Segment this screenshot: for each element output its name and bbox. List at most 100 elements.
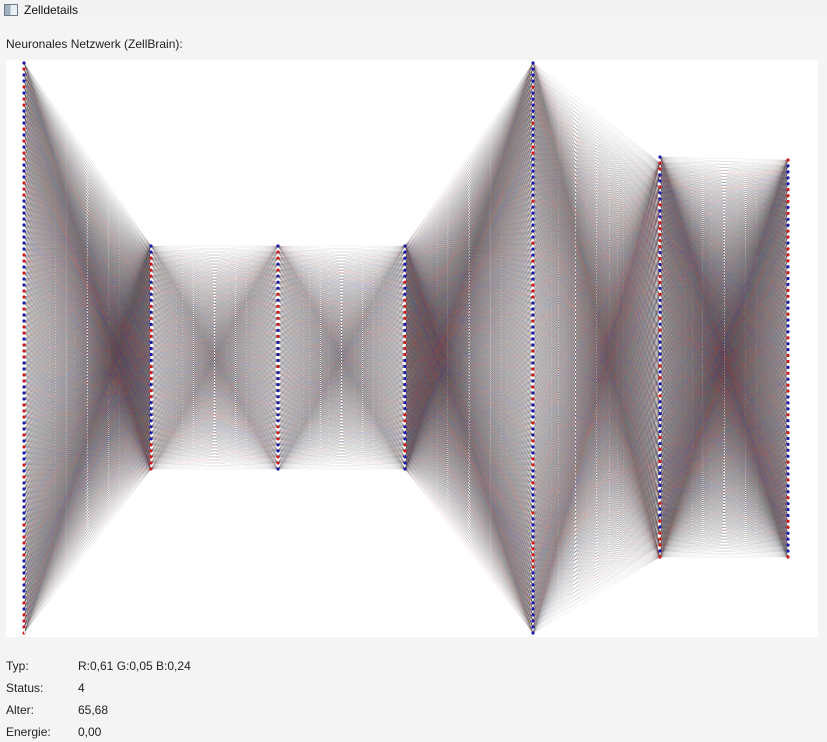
neuron — [276, 280, 280, 284]
neuron — [786, 502, 790, 506]
neuron — [276, 364, 280, 369]
neuron — [22, 115, 26, 119]
neuron — [531, 289, 535, 293]
neuron — [22, 109, 26, 113]
neuron — [531, 115, 535, 119]
neuron — [786, 508, 790, 512]
neuron — [658, 537, 662, 541]
neuron — [658, 424, 662, 428]
neuron — [531, 361, 535, 365]
neuron — [658, 364, 662, 368]
neuron — [531, 445, 535, 449]
neuron — [22, 475, 26, 479]
neuron — [786, 371, 790, 375]
neuron — [403, 407, 407, 411]
neuron — [22, 127, 26, 131]
neuron — [403, 425, 407, 429]
neuron — [403, 443, 407, 447]
neuron — [22, 313, 26, 317]
neuron — [531, 409, 535, 413]
neuron — [403, 401, 407, 405]
neuron — [786, 401, 790, 405]
neuron — [276, 455, 280, 459]
neuron — [22, 511, 26, 515]
neuron — [22, 349, 26, 353]
neuron — [658, 245, 662, 249]
neuron — [22, 259, 26, 263]
neuron — [403, 346, 407, 351]
neuron — [22, 343, 26, 347]
neuron — [531, 349, 535, 353]
neuron — [403, 431, 407, 435]
neuron — [658, 447, 662, 452]
neuron — [22, 253, 26, 257]
neuron — [149, 304, 153, 308]
neuron — [786, 472, 790, 476]
neuron — [786, 383, 790, 387]
neuron — [531, 595, 535, 599]
neuron — [149, 364, 153, 369]
neuron — [149, 377, 153, 381]
neuron — [276, 431, 280, 435]
neuron — [403, 310, 407, 314]
neuron — [22, 457, 26, 461]
neuron — [658, 459, 662, 464]
neuron — [786, 247, 790, 251]
neuron — [658, 549, 662, 553]
neuron — [531, 343, 535, 347]
neuron — [403, 455, 407, 459]
neuron — [531, 67, 535, 71]
neuron — [531, 613, 535, 617]
neuron — [149, 401, 153, 405]
neuron — [531, 199, 535, 203]
neuron — [658, 233, 662, 237]
neuron — [22, 217, 26, 221]
neuron — [786, 490, 790, 494]
neuron — [658, 340, 662, 344]
window-titlebar[interactable]: Zelldetails — [0, 0, 827, 19]
neuron — [531, 367, 535, 371]
neuron — [531, 511, 535, 515]
neuron — [658, 519, 662, 523]
neuron — [786, 537, 790, 541]
neuron — [276, 425, 280, 429]
neuron — [149, 328, 153, 332]
neuron — [22, 571, 26, 575]
neuron — [22, 91, 26, 95]
neuron — [22, 241, 26, 245]
neuron — [658, 161, 662, 165]
neuron — [22, 157, 26, 161]
neuron — [22, 199, 26, 203]
neuron — [22, 223, 26, 227]
neuron — [531, 325, 535, 329]
neuron — [531, 589, 535, 593]
neuron — [786, 442, 790, 446]
neuron — [786, 265, 790, 269]
neuron — [22, 487, 26, 491]
neuron — [658, 191, 662, 195]
neuron — [786, 555, 790, 559]
neuron — [786, 194, 790, 198]
neuron — [149, 431, 153, 435]
neuron — [786, 513, 790, 518]
neuron — [786, 223, 790, 227]
neuron — [531, 475, 535, 479]
neuron — [276, 268, 280, 272]
neuron — [531, 91, 535, 95]
neuron — [786, 253, 790, 257]
neuron — [149, 413, 153, 417]
neuron — [786, 353, 790, 358]
neuron — [658, 298, 662, 302]
neuron — [786, 211, 790, 215]
neuron — [149, 455, 153, 459]
neuron — [786, 419, 790, 423]
neuron — [531, 397, 535, 401]
neuron — [403, 419, 407, 423]
neuron — [22, 451, 26, 455]
neuron — [403, 322, 407, 326]
neuron — [786, 199, 790, 204]
neuron — [658, 215, 662, 219]
neuron — [531, 541, 535, 545]
neuron — [531, 547, 535, 551]
neuron — [531, 301, 535, 305]
